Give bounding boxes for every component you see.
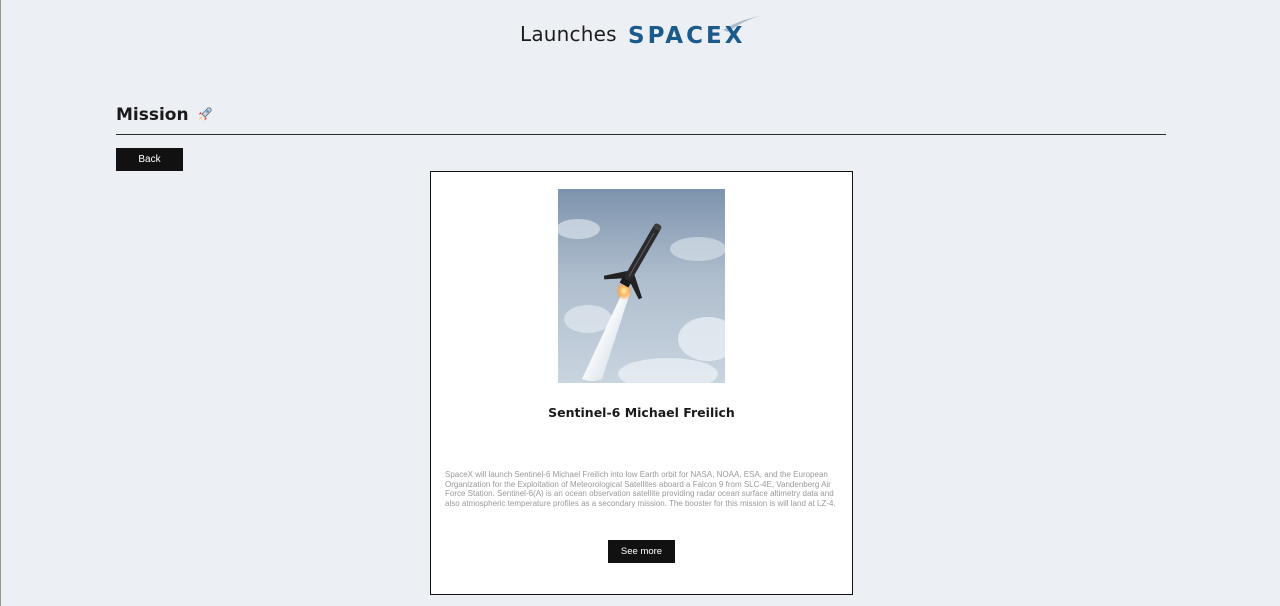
- rocket-icon: [195, 106, 213, 124]
- header: Launches SPACEX: [1, 0, 1280, 60]
- spacex-logo-text: SPACEX: [628, 23, 745, 48]
- app-frame: Launches SPACEX Mission Back Sentinel-6 …: [0, 0, 1280, 606]
- mission-image: [558, 189, 725, 383]
- section-title: Mission: [116, 105, 213, 125]
- header-title: Launches: [520, 22, 617, 46]
- mission-description: SpaceX will launch Sentinel-6 Michael Fr…: [445, 470, 836, 508]
- back-button[interactable]: Back: [116, 148, 183, 171]
- mission-card: Sentinel-6 Michael Freilich SpaceX will …: [430, 171, 853, 595]
- spacex-logo[interactable]: SPACEX: [627, 14, 761, 53]
- section-title-text: Mission: [116, 105, 189, 125]
- mission-name: Sentinel-6 Michael Freilich: [548, 405, 735, 420]
- section-divider: [116, 134, 1166, 135]
- see-more-button[interactable]: See more: [608, 540, 675, 563]
